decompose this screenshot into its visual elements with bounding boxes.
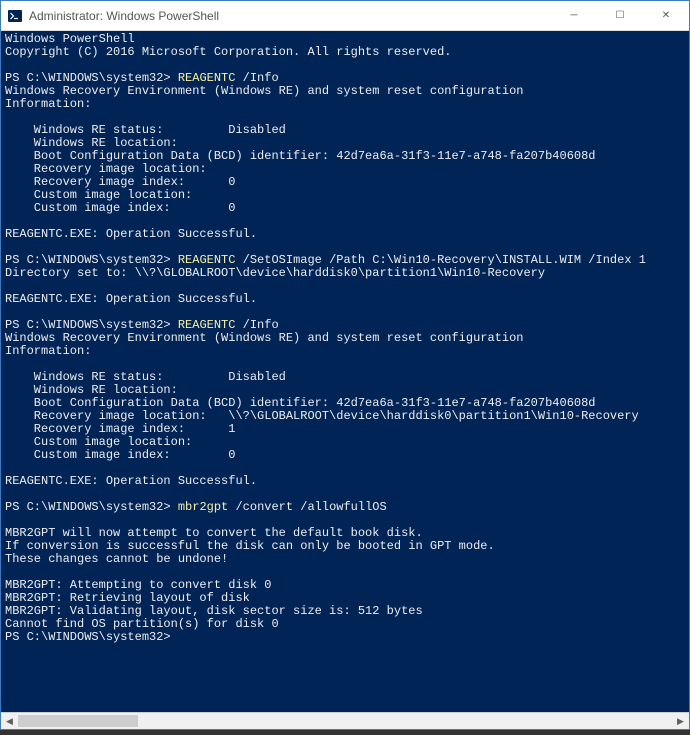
close-button[interactable]: ✕	[643, 1, 689, 30]
command-line: PS C:\WINDOWS\system32> mbr2gpt /convert…	[5, 501, 685, 514]
scroll-right-arrow-icon[interactable]: ▶	[672, 713, 689, 730]
output-line: Directory set to: \\?\GLOBALROOT\device\…	[5, 267, 685, 280]
horizontal-scrollbar[interactable]: ◀ ▶	[1, 712, 689, 729]
scroll-track[interactable]	[18, 713, 672, 729]
output-line: REAGENTC.EXE: Operation Successful.	[5, 475, 685, 488]
titlebar[interactable]: Administrator: Windows PowerShell ─ ☐ ✕	[1, 1, 689, 31]
scroll-left-arrow-icon[interactable]: ◀	[1, 713, 18, 730]
powershell-window: Administrator: Windows PowerShell ─ ☐ ✕ …	[0, 0, 690, 730]
output-line: Windows Recovery Environment (Windows RE…	[5, 332, 685, 345]
output-line: Windows Recovery Environment (Windows RE…	[5, 85, 685, 98]
window-title: Administrator: Windows PowerShell	[29, 9, 551, 23]
scroll-thumb[interactable]	[18, 715, 138, 727]
output-line: Custom image index: 0	[5, 202, 685, 215]
prompt-line: PS C:\WINDOWS\system32>	[5, 631, 685, 644]
output-line: These changes cannot be undone!	[5, 553, 685, 566]
output-line: REAGENTC.EXE: Operation Successful.	[5, 293, 685, 306]
output-line: Custom image index: 0	[5, 449, 685, 462]
window-controls: ─ ☐ ✕	[551, 1, 689, 30]
output-line: REAGENTC.EXE: Operation Successful.	[5, 228, 685, 241]
minimize-button[interactable]: ─	[551, 1, 597, 30]
output-line: Information:	[5, 345, 685, 358]
powershell-icon	[7, 8, 23, 24]
terminal-output[interactable]: Windows PowerShellCopyright (C) 2016 Mic…	[1, 31, 689, 712]
maximize-button[interactable]: ☐	[597, 1, 643, 30]
output-line: Information:	[5, 98, 685, 111]
copyright-line: Copyright (C) 2016 Microsoft Corporation…	[5, 46, 685, 59]
